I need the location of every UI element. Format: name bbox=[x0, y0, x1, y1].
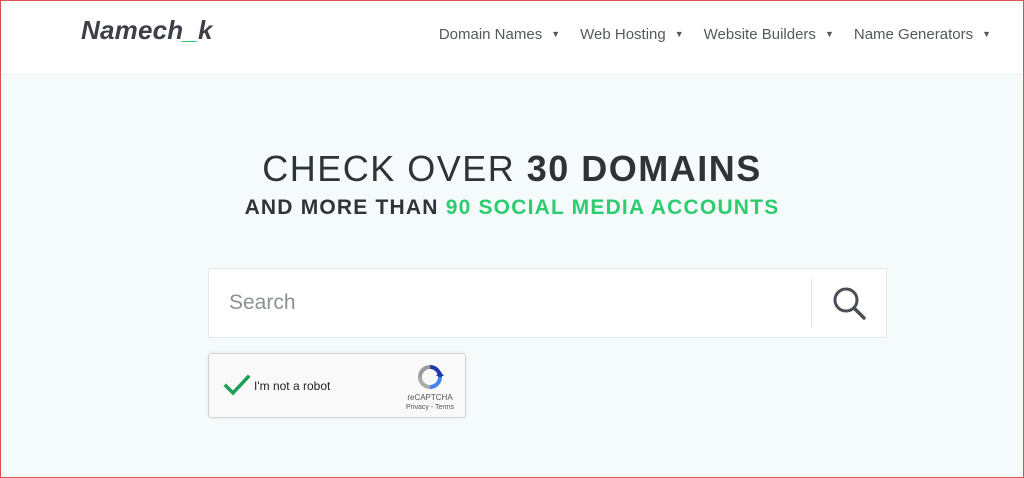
nav-item-label: Domain Names bbox=[438, 25, 543, 43]
nav-item-name-generators[interactable]: Name Generators ▼ bbox=[854, 23, 991, 45]
recaptcha-logo-icon bbox=[418, 365, 444, 389]
search-input[interactable] bbox=[229, 283, 799, 323]
recaptcha-links: Privacy - Terms bbox=[395, 404, 465, 411]
headline-normal: CHECK OVER bbox=[262, 148, 527, 189]
subline-normal: AND MORE THAN bbox=[244, 196, 446, 219]
caret-down-icon: ▼ bbox=[982, 29, 991, 39]
checkmark-icon bbox=[223, 374, 251, 396]
caret-down-icon: ▼ bbox=[674, 29, 684, 39]
search-icon bbox=[833, 287, 866, 320]
subline-highlight: 90 SOCIAL MEDIA ACCOUNTS bbox=[445, 196, 780, 219]
headline-bold: 30 DOMAINS bbox=[526, 148, 762, 189]
logo-text-end: k bbox=[198, 15, 213, 45]
main-nav: Domain Names ▼ Web Hosting ▼ Website Bui… bbox=[419, 23, 991, 45]
recaptcha-terms-link[interactable]: Terms bbox=[435, 404, 454, 411]
hero-headline: CHECK OVER 30 DOMAINS bbox=[1, 148, 1023, 190]
site-header: Namech_k Domain Names ▼ Web Hosting ▼ We… bbox=[1, 1, 1023, 75]
logo-text-accent: _ bbox=[183, 15, 199, 45]
logo-text-main: Namech bbox=[81, 15, 184, 45]
nav-item-domain-names[interactable]: Domain Names ▼ bbox=[439, 23, 560, 45]
caret-down-icon: ▼ bbox=[824, 29, 834, 39]
nav-item-website-builders[interactable]: Website Builders ▼ bbox=[704, 23, 834, 45]
nav-item-label: Website Builders bbox=[703, 25, 816, 43]
recaptcha-checkbox[interactable] bbox=[223, 372, 251, 400]
caret-down-icon: ▼ bbox=[551, 29, 561, 39]
search-box bbox=[208, 268, 887, 338]
nav-item-label: Web Hosting bbox=[580, 25, 666, 43]
recaptcha-brand: reCAPTCHA bbox=[407, 393, 453, 402]
hero-subline: AND MORE THAN 90 SOCIAL MEDIA ACCOUNTS bbox=[1, 196, 1023, 220]
recaptcha-privacy-link[interactable]: Privacy bbox=[406, 404, 429, 411]
search-button[interactable] bbox=[821, 279, 877, 327]
search-divider bbox=[811, 279, 812, 327]
nav-item-web-hosting[interactable]: Web Hosting ▼ bbox=[580, 23, 684, 45]
hero-section: CHECK OVER 30 DOMAINS AND MORE THAN 90 S… bbox=[1, 76, 1023, 477]
recaptcha-widget: I'm not a robot reCAPTCHA Privacy - Term… bbox=[208, 353, 466, 418]
nav-item-label: Name Generators bbox=[853, 25, 974, 43]
logo[interactable]: Namech_k bbox=[81, 15, 213, 46]
recaptcha-label: I'm not a robot bbox=[254, 379, 331, 393]
